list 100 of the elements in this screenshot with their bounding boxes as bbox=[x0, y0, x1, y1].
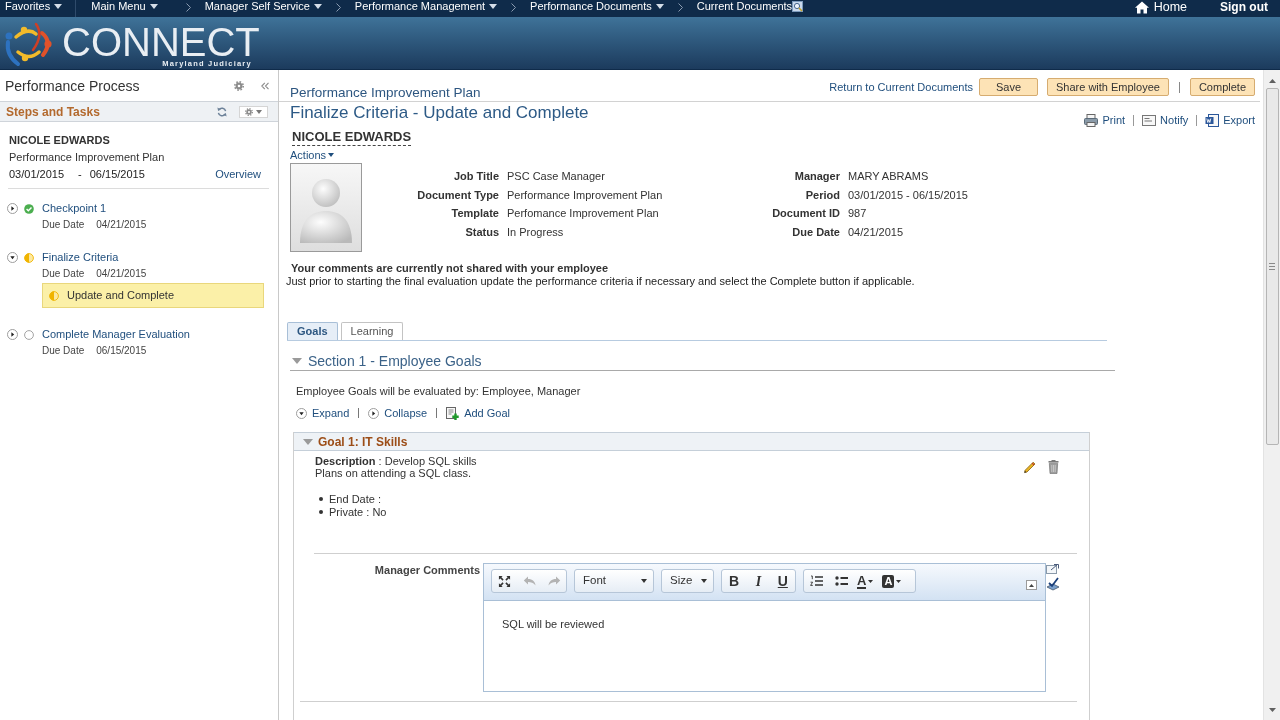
text-color-button[interactable]: A bbox=[857, 570, 874, 592]
period-start: 03/01/2015 bbox=[9, 167, 65, 181]
return-link[interactable]: Return to Current Documents bbox=[829, 78, 973, 96]
sign-out-link[interactable]: Sign out bbox=[1220, 0, 1268, 14]
goal-attribute: End Date : bbox=[329, 493, 381, 506]
panel-section-title: Steps and Tasks bbox=[6, 104, 100, 119]
underline-button[interactable]: U bbox=[770, 570, 795, 592]
caret-icon bbox=[655, 4, 664, 9]
tab[interactable]: Learning bbox=[340, 322, 404, 340]
page-title: Finalize Criteria - Update and Complete bbox=[290, 103, 589, 123]
nav-menu-item[interactable]: Favorites bbox=[5, 0, 63, 13]
collapse-all-link[interactable]: Collapse bbox=[368, 404, 428, 422]
nav-menu-item[interactable]: Performance Documents bbox=[530, 0, 664, 13]
document-icon bbox=[1205, 113, 1220, 127]
popout-icon[interactable] bbox=[1046, 564, 1059, 574]
triangle-down-icon[interactable] bbox=[303, 438, 313, 445]
caret-icon bbox=[149, 4, 158, 9]
pencil-icon[interactable] bbox=[1023, 460, 1037, 474]
font-dropdown[interactable]: Font bbox=[574, 569, 654, 593]
expand-toggle-icon[interactable] bbox=[7, 203, 18, 214]
settings-menu-button[interactable] bbox=[239, 105, 268, 118]
printer-icon bbox=[1084, 113, 1099, 127]
gear-icon[interactable] bbox=[234, 81, 244, 91]
numbered-list-icon[interactable] bbox=[810, 575, 823, 587]
action-button[interactable]: Share with Employee bbox=[1046, 78, 1169, 96]
refresh-icon[interactable] bbox=[217, 106, 227, 117]
collapse-toggle-icon[interactable] bbox=[7, 252, 18, 263]
overview-link[interactable]: Overview bbox=[215, 167, 261, 181]
home-link[interactable]: Home bbox=[1134, 0, 1187, 14]
due-date: 06/15/2015 bbox=[96, 343, 147, 358]
caret-icon bbox=[896, 579, 902, 583]
check-circle-icon bbox=[24, 203, 34, 214]
nav-menu-item[interactable]: Current Documents bbox=[696, 0, 804, 13]
comment-input[interactable]: SQL will be reviewed bbox=[484, 601, 1045, 691]
field-label: Document Type bbox=[416, 187, 499, 203]
spellcheck-icon[interactable] bbox=[1046, 577, 1060, 592]
field-value: Performance Improvement Plan bbox=[507, 187, 664, 203]
expand-toggle-icon[interactable] bbox=[7, 329, 18, 340]
goal-title: Goal 1: IT Skills bbox=[318, 434, 408, 449]
size-dropdown[interactable]: Size bbox=[661, 569, 714, 593]
add-goal-link[interactable]: Add Goal bbox=[446, 404, 510, 422]
step-link[interactable]: Complete Manager Evaluation bbox=[42, 327, 190, 342]
due-label: Due Date bbox=[42, 266, 85, 281]
notify-link[interactable]: Notify bbox=[1142, 112, 1189, 129]
period-end: 06/15/2015 bbox=[89, 167, 145, 181]
triangle-down-icon[interactable] bbox=[292, 357, 302, 364]
background-color-button[interactable]: A bbox=[882, 570, 902, 592]
action-button[interactable]: Save bbox=[978, 78, 1038, 96]
field-label: Document ID bbox=[771, 206, 840, 221]
export-link[interactable]: Export bbox=[1205, 112, 1255, 129]
actions-menu-link[interactable]: Actions bbox=[290, 148, 335, 162]
nav-menu-item[interactable]: Main Menu bbox=[91, 0, 158, 13]
comments-label: Manager Comments bbox=[373, 564, 480, 577]
caret-icon bbox=[868, 579, 874, 583]
bullet-icon bbox=[319, 509, 323, 514]
due-date: 04/21/2015 bbox=[96, 217, 147, 232]
toolbar-collapse-button[interactable] bbox=[1026, 580, 1037, 590]
half-circle-icon bbox=[24, 252, 34, 263]
due-label: Due Date bbox=[42, 343, 85, 358]
action-button[interactable]: Complete bbox=[1189, 78, 1255, 96]
field-label: Job Title bbox=[452, 169, 499, 184]
field-value: 987 bbox=[848, 206, 868, 221]
bullet-icon bbox=[319, 496, 323, 501]
task-item[interactable]: Update and Complete bbox=[42, 283, 264, 308]
expand-all-link[interactable]: Expand bbox=[296, 404, 350, 422]
field-value: MARY ABRAMS bbox=[848, 169, 930, 184]
italic-button[interactable]: I bbox=[746, 570, 771, 592]
magnifier-icon bbox=[792, 1, 804, 12]
double-chevron-left-icon[interactable] bbox=[261, 82, 269, 90]
caret-icon bbox=[54, 4, 63, 9]
field-value: Perfomance Improvement Plan bbox=[507, 206, 660, 221]
document-heading: Performance Improvement Plan bbox=[290, 85, 481, 101]
field-value: 04/21/2015 bbox=[848, 224, 905, 240]
scroll-thumb[interactable] bbox=[1265, 88, 1279, 445]
print-link[interactable]: Print bbox=[1084, 112, 1126, 129]
vertical-scrollbar[interactable] bbox=[1263, 70, 1280, 720]
chevron-right-icon bbox=[335, 2, 341, 12]
section-title: Section 1 - Employee Goals bbox=[308, 352, 482, 369]
document-type: Performance Improvement Plan bbox=[9, 150, 166, 164]
tab[interactable]: Goals bbox=[287, 322, 338, 340]
field-label: Manager bbox=[793, 169, 840, 184]
maximize-icon[interactable] bbox=[498, 574, 511, 588]
step-link[interactable]: Finalize Criteria bbox=[42, 250, 119, 265]
caret-icon bbox=[701, 579, 707, 583]
logo-text: CONNECT bbox=[62, 24, 260, 60]
bold-button[interactable]: B bbox=[722, 570, 747, 592]
nav-menu-item[interactable]: Manager Self Service bbox=[204, 0, 322, 13]
chevron-right-icon bbox=[511, 2, 517, 12]
goal-attribute: Private : No bbox=[329, 506, 387, 519]
field-label: Template bbox=[450, 206, 499, 221]
field-label: Due Date bbox=[791, 224, 840, 240]
trash-icon[interactable] bbox=[1048, 460, 1059, 474]
step-link[interactable]: Checkpoint 1 bbox=[42, 201, 107, 216]
field-value: PSC Case Manager bbox=[507, 169, 606, 184]
field-label: Status bbox=[464, 224, 499, 240]
caret-icon bbox=[328, 153, 335, 157]
employee-name-link[interactable]: NICOLE EDWARDS bbox=[292, 129, 412, 146]
notice-text: Just prior to starting the final evaluation update the performance criteria if necessary and select the Complete button if applicable. bbox=[285, 275, 916, 288]
nav-menu-item[interactable]: Performance Management bbox=[354, 0, 498, 13]
bulleted-list-icon[interactable] bbox=[835, 575, 848, 587]
